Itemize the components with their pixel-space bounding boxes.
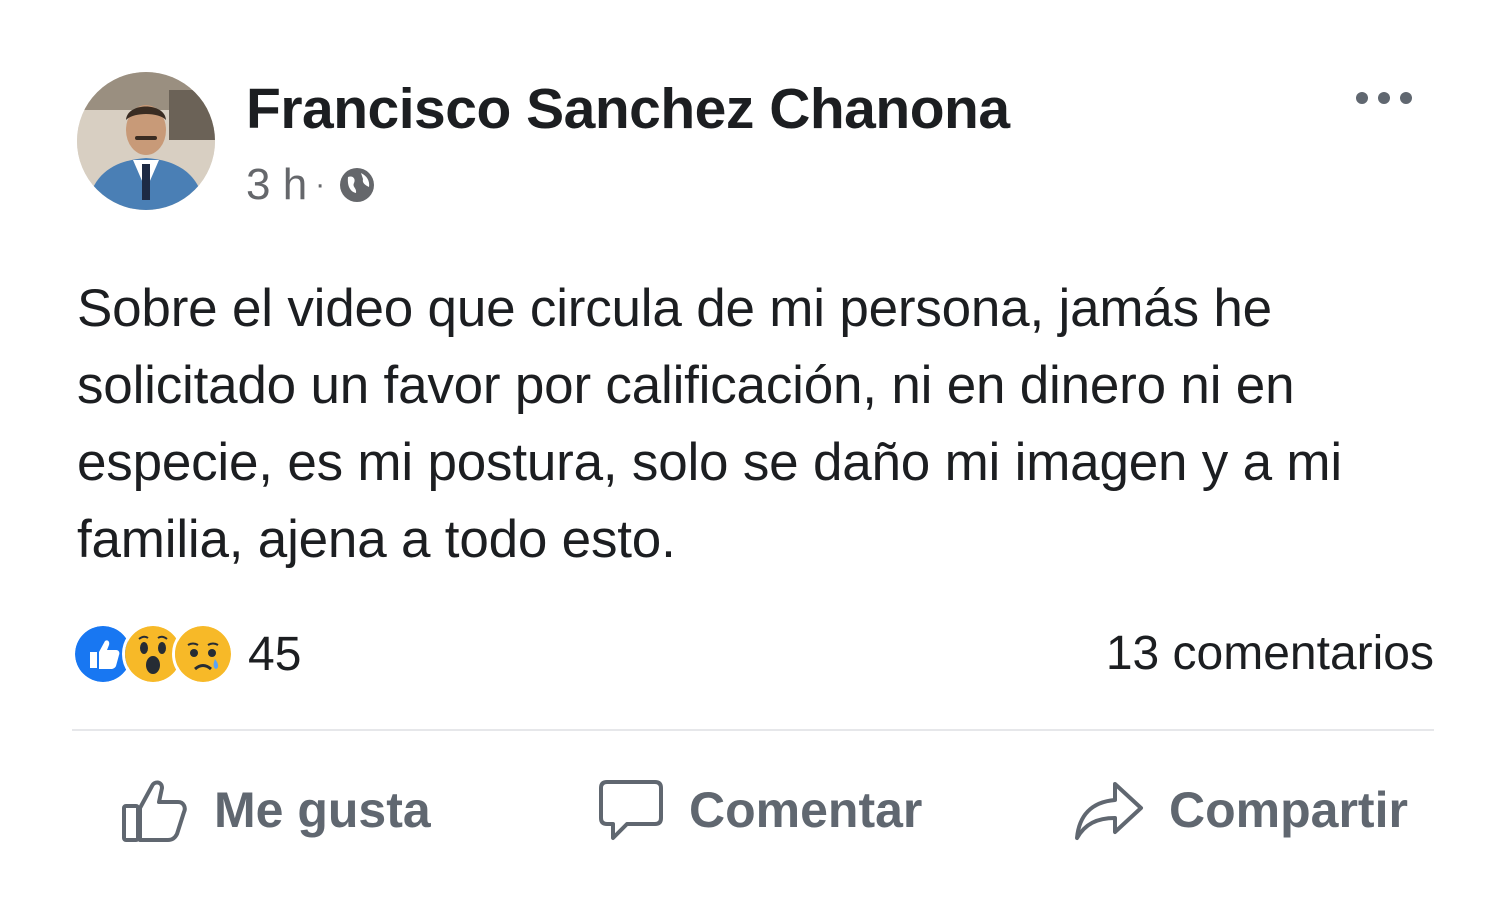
- globe-icon: [337, 165, 377, 205]
- author-name[interactable]: Francisco Sanchez Chanona: [246, 76, 1010, 142]
- reaction-count: 45: [248, 627, 302, 681]
- comment-bubble-icon: [599, 780, 663, 840]
- comment-button[interactable]: Comentar: [597, 770, 922, 850]
- meta-separator: ·: [315, 168, 326, 201]
- post-meta: 3 h ·: [246, 160, 377, 210]
- reactions-summary[interactable]: 45: [72, 620, 301, 688]
- post-text: Sobre el video que circula de mi persona…: [77, 279, 1342, 569]
- share-label: Compartir: [1169, 782, 1408, 838]
- avatar[interactable]: [77, 72, 215, 210]
- thumbs-up-icon: [122, 780, 187, 842]
- actions-divider: [72, 729, 1434, 731]
- more-options-icon[interactable]: [1352, 82, 1416, 114]
- like-button[interactable]: Me gusta: [118, 770, 431, 850]
- like-label: Me gusta: [214, 782, 431, 838]
- share-arrow-icon: [1075, 782, 1143, 840]
- share-button[interactable]: Compartir: [1073, 770, 1408, 850]
- sad-reaction-icon: [172, 623, 234, 685]
- comment-label: Comentar: [689, 782, 923, 838]
- comments-count[interactable]: 13 comentarios: [1106, 626, 1434, 681]
- post-timestamp[interactable]: 3 h: [246, 160, 307, 210]
